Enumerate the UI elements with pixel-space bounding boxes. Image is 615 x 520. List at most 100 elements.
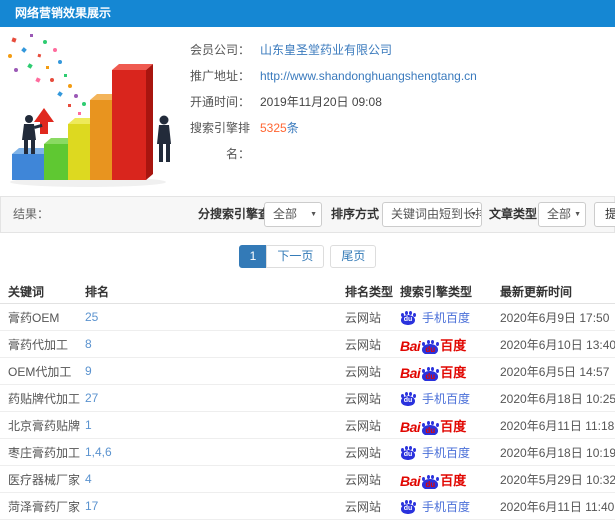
title-bar: 网络营销效果展示 — [0, 0, 615, 27]
baidu-logo: Bai du 百度 — [400, 364, 467, 381]
keyword-cell: 膏药OEM — [8, 310, 60, 325]
company-row: 会员公司： 山东皇圣堂药业有限公司 — [168, 37, 608, 63]
member-info: 会员公司： 山东皇圣堂药业有限公司 推广地址： http://www.shand… — [168, 37, 608, 161]
sort-value: 关键词由短到长排序 — [391, 207, 481, 221]
promotion-url-link[interactable]: http://www.shandonghuangshengtang.cn — [260, 69, 477, 83]
rank-type-cell: 云网站 — [345, 445, 382, 460]
engine-rank-label: 搜索引擎排名： — [189, 121, 250, 161]
caret-down-icon: ▼ — [470, 211, 477, 218]
keyword-cell: 菏泽膏药厂家 — [8, 499, 81, 514]
baidu-paw-icon: du — [400, 310, 416, 325]
engine-filter-select[interactable]: 全部 ▼ — [264, 202, 322, 227]
rank-type-cell: 云网站 — [345, 472, 382, 487]
baidu-paw-icon: du — [400, 499, 416, 514]
caret-down-icon: ▼ — [310, 211, 317, 218]
updated-cell: 2020年6月11日 11:40 — [500, 499, 615, 514]
engine-cell: du 手机百度 — [400, 444, 500, 461]
bar-chart-icon — [8, 34, 171, 187]
open-time-label: 开通时间： — [189, 95, 250, 109]
open-time-value: 2019年11月20日 09:08 — [260, 95, 382, 109]
keyword-cell: 医疗器械厂家 — [8, 472, 81, 487]
submit-button[interactable]: 提交 — [594, 202, 615, 227]
keyword-cell: 枣庄膏药加工 — [8, 445, 81, 460]
keyword-cell: 药贴牌代加工 — [8, 391, 81, 406]
table-row: 菏泽膏药厂家 17 云网站 du 手机百度 2020年6月11日 11:40 — [0, 493, 615, 520]
updated-cell: 2020年6月18日 10:25 — [500, 391, 615, 406]
page: 网络营销效果展示 会员公司： 山东皇圣堂药业有限公司 推广地址： http://… — [0, 0, 615, 520]
bar-chart-illustration — [0, 30, 185, 190]
updated-cell: 2020年6月5日 14:57 — [500, 364, 610, 379]
pagination: 1 下一页 尾页 — [0, 245, 615, 268]
engine-filter-value: 全部 — [273, 207, 298, 221]
col-keyword: 关键词 — [8, 285, 45, 299]
rank-link[interactable]: 8 — [85, 337, 92, 351]
sort-label: 排序方式 — [331, 207, 380, 221]
article-type-label: 文章类型 — [489, 207, 538, 221]
baidu-paw-icon: du — [421, 339, 439, 354]
rank-link[interactable]: 17 — [85, 499, 98, 513]
rank-type-cell: 云网站 — [345, 364, 382, 379]
updated-cell: 2020年6月9日 17:50 — [500, 310, 610, 325]
baidu-paw-icon: du — [400, 391, 416, 406]
promotion-url-label: 推广地址： — [189, 69, 250, 83]
engine-cell: du 手机百度 — [400, 309, 500, 326]
table-row: 北京膏药贴牌 1 云网站 Bai du 百度 2020年6月11日 11:18 — [0, 412, 615, 439]
table-row: 药贴牌代加工 27 云网站 du 手机百度 2020年6月18日 10:25 — [0, 385, 615, 412]
col-rank: 排名 — [85, 285, 110, 299]
updated-cell: 2020年6月10日 13:40 — [500, 337, 615, 352]
table-row: 枣庄膏药加工 1,4,6 云网站 du 手机百度 2020年6月18日 10:1… — [0, 439, 615, 466]
col-updated: 最新更新时间 — [500, 285, 573, 299]
col-engine-type: 搜索引擎类型 — [400, 285, 473, 299]
rank-type-cell: 云网站 — [345, 418, 382, 433]
last-page-button[interactable]: 尾页 — [330, 245, 377, 268]
next-page-button[interactable]: 下一页 — [266, 245, 325, 268]
article-type-select[interactable]: 全部 ▼ — [538, 202, 586, 227]
baidu-logo: Bai du 百度 — [400, 337, 467, 354]
confetti-icon — [8, 34, 86, 115]
rank-type-cell: 云网站 — [345, 310, 382, 325]
engine-cell: Bai du 百度 — [400, 470, 500, 489]
keyword-cell: 北京膏药贴牌 — [8, 418, 81, 433]
updated-cell: 2020年5月29日 10:32 — [500, 472, 615, 487]
page-1-button[interactable]: 1 — [238, 245, 268, 268]
rank-link[interactable]: 4 — [85, 472, 92, 486]
info-section: 会员公司： 山东皇圣堂药业有限公司 推广地址： http://www.shand… — [0, 27, 615, 193]
col-rank-type: 排名类型 — [345, 285, 394, 299]
company-link[interactable]: 山东皇圣堂药业有限公司 — [260, 43, 392, 57]
engine-cell: du 手机百度 — [400, 498, 500, 515]
rank-link[interactable]: 1,4,6 — [85, 445, 112, 459]
filter-bar: 结果： 分搜索引擎查看 全部 ▼ 排序方式 关键词由短到长排序 ▼ 文章类型 全… — [0, 196, 615, 233]
keyword-cell: OEM代加工 — [8, 364, 72, 379]
sort-select[interactable]: 关键词由短到长排序 ▼ — [382, 202, 482, 227]
rank-count: 5325 — [260, 121, 287, 135]
rank-unit: 条 — [286, 121, 299, 135]
rank-link[interactable]: 25 — [85, 310, 98, 324]
rank-link[interactable]: 9 — [85, 364, 92, 378]
engine-cell: du 手机百度 — [400, 390, 500, 407]
table-header-row: 关键词 排名 排名类型 搜索引擎类型 最新更新时间 — [0, 280, 615, 304]
mobile-baidu-label: 手机百度 — [422, 391, 471, 406]
keyword-cell: 膏药代加工 — [8, 337, 69, 352]
result-label: 结果： — [13, 207, 50, 221]
open-time-row: 开通时间： 2019年11月20日 09:08 — [168, 89, 608, 115]
article-type-value: 全部 — [547, 207, 572, 221]
rank-type-cell: 云网站 — [345, 337, 382, 352]
table-row: 膏药OEM 25 云网站 du 手机百度 2020年6月9日 17:50 — [0, 304, 615, 331]
rank-link[interactable]: 1 — [85, 418, 92, 432]
page-title: 网络营销效果展示 — [15, 6, 112, 20]
baidu-logo: Bai du 百度 — [400, 418, 467, 435]
keyword-rank-table: 关键词 排名 排名类型 搜索引擎类型 最新更新时间 膏药OEM 25 云网站 d… — [0, 280, 615, 520]
up-arrow-icon — [34, 108, 54, 134]
rank-link[interactable]: 27 — [85, 391, 98, 405]
baidu-paw-icon: du — [421, 420, 439, 435]
table-row: 膏药代加工 8 云网站 Bai du 百度 2020年6月10日 13:40 — [0, 331, 615, 358]
rank-type-cell: 云网站 — [345, 391, 382, 406]
mobile-baidu-label: 手机百度 — [422, 445, 471, 460]
baidu-paw-icon: du — [400, 445, 416, 460]
baidu-paw-icon: du — [421, 366, 439, 381]
bars-icon — [12, 64, 153, 180]
baidu-paw-icon: du — [421, 474, 439, 489]
engine-rank-row: 搜索引擎排名： 5325条 — [168, 115, 608, 161]
table-row: 医疗器械厂家 4 云网站 Bai du 百度 2020年5月29日 10:32 — [0, 466, 615, 493]
mobile-baidu-label: 手机百度 — [422, 310, 471, 325]
